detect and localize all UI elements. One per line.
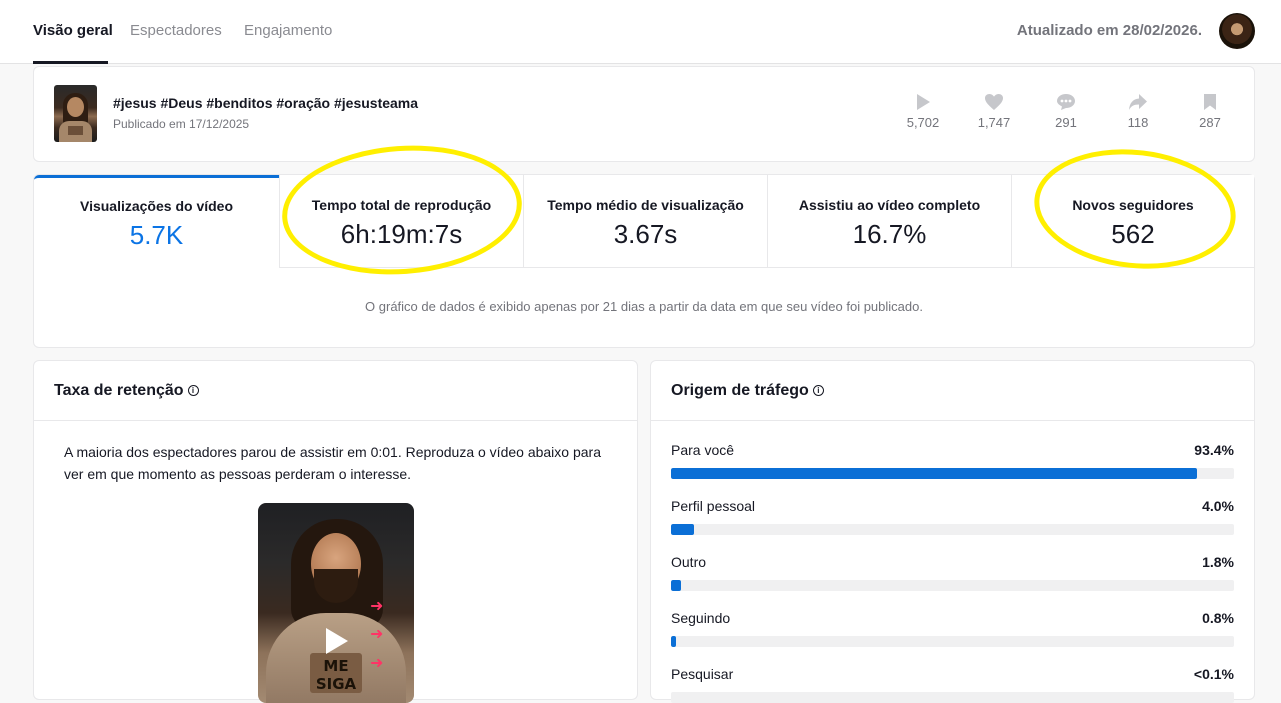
traffic-source-value: 1.8%	[1202, 554, 1234, 570]
metric-value: 6h:19m:7s	[340, 219, 463, 249]
traffic-bar-fill	[671, 468, 1197, 479]
top-bar: Visão geral Espectadores Engajamento Atu…	[0, 0, 1281, 64]
metric-watched-full-video[interactable]: Assistiu ao vídeo completo 16.7%	[767, 175, 1011, 268]
traffic-source-label: Perfil pessoal	[671, 498, 756, 514]
avatar[interactable]	[1219, 13, 1255, 49]
traffic-title: Origem de tráfego	[671, 382, 809, 399]
shares-stat: 118	[1108, 93, 1168, 130]
key-metrics-card: Visualizações do vídeo 5.7K Tempo total …	[33, 174, 1255, 348]
metric-label: Tempo total de reprodução	[311, 197, 492, 213]
traffic-bar-track	[671, 524, 1234, 535]
metric-value: 562	[1111, 219, 1155, 249]
traffic-source-panel: Origem de tráfego i Para você 93.4% Perfil …	[650, 360, 1255, 703]
tab-viewers[interactable]: Espectadores	[130, 22, 222, 39]
metric-value: 16.7%	[852, 219, 927, 249]
traffic-source-label: Outro	[671, 554, 707, 570]
likes-stat: 1,747	[964, 93, 1024, 130]
retention-header: Taxa de retenção i	[34, 361, 637, 421]
play-icon	[917, 94, 930, 110]
shares-count: 118	[1127, 115, 1149, 130]
views-count: 5,702	[906, 115, 940, 130]
active-tab-indicator	[33, 61, 108, 64]
retention-description: A maioria dos espectadores parou de assi…	[64, 444, 601, 482]
metric-label: Novos seguidores	[1072, 197, 1194, 213]
traffic-source-value: 93.4%	[1194, 442, 1234, 458]
metric-label: Tempo médio de visualização	[547, 197, 744, 213]
traffic-bar-track	[671, 580, 1234, 591]
metric-label: Visualizações do vídeo	[79, 198, 234, 214]
video-published-date: Publicado em 17/12/2025	[113, 117, 250, 131]
retention-panel: Taxa de retenção i A maioria dos espectad…	[33, 360, 638, 703]
data-range-note: O gráfico de dados é exibido apenas por …	[365, 299, 923, 314]
video-summary-card: #jesus #Deus #benditos #oração #jesustea…	[33, 66, 1255, 162]
traffic-source-label: Pesquisar	[671, 666, 734, 682]
info-icon[interactable]: i	[187, 385, 199, 396]
traffic-bar-track	[671, 468, 1234, 479]
play-icon[interactable]	[326, 628, 348, 654]
traffic-bar-fill	[671, 524, 694, 535]
comment-icon	[1057, 94, 1075, 110]
traffic-header: Origem de tráfego i	[651, 361, 1254, 421]
video-sign: ME SIGA	[310, 653, 362, 693]
traffic-title-wrap: Origem de tráfego i	[671, 382, 824, 400]
traffic-source-value: 4.0%	[1202, 498, 1234, 514]
arrow-icon: ➜	[370, 598, 384, 615]
traffic-bar-track	[671, 692, 1234, 703]
traffic-source-value: 0.8%	[1202, 610, 1234, 626]
metric-label: Assistiu ao vídeo completo	[798, 197, 981, 213]
tab-engagement[interactable]: Engajamento	[244, 22, 332, 39]
likes-count: 1,747	[977, 115, 1011, 130]
traffic-source-label: Para você	[671, 442, 735, 458]
video-title: #jesus #Deus #benditos #oração #jesustea…	[113, 95, 419, 111]
saves-count: 287	[1199, 115, 1221, 130]
metric-video-views[interactable]: Visualizações do vídeo 5.7K	[34, 175, 279, 268]
traffic-bar-track	[671, 636, 1234, 647]
retention-title: Taxa de retenção	[54, 382, 184, 399]
retention-video-player[interactable]: ME SIGA ➜ ➜ ➜	[258, 503, 414, 703]
updated-status: Atualizado em 28/02/2026.	[1016, 22, 1202, 39]
retention-title-wrap: Taxa de retenção i	[54, 382, 199, 400]
info-icon[interactable]: i	[812, 385, 824, 396]
traffic-source-value: <0.1%	[1193, 666, 1234, 682]
comments-stat: 291	[1036, 93, 1096, 130]
metric-value: 3.67s	[613, 219, 678, 249]
bookmark-icon	[1204, 94, 1216, 110]
video-thumbnail[interactable]	[54, 85, 97, 142]
views-stat: 5,702	[893, 93, 953, 130]
traffic-bar-fill	[671, 636, 676, 647]
arrow-icon: ➜	[370, 655, 384, 672]
metric-new-followers[interactable]: Novos seguidores 562	[1011, 175, 1254, 268]
traffic-source-label: Seguindo	[671, 610, 731, 626]
saves-stat: 287	[1180, 93, 1240, 130]
tab-overview[interactable]: Visão geral	[33, 22, 113, 39]
comments-count: 291	[1055, 115, 1077, 130]
metric-total-play-time[interactable]: Tempo total de reprodução 6h:19m:7s	[279, 175, 523, 268]
metric-average-watch-time[interactable]: Tempo médio de visualização 3.67s	[523, 175, 767, 268]
traffic-bar-fill	[671, 580, 682, 591]
heart-icon	[985, 94, 1003, 110]
share-icon	[1129, 94, 1147, 110]
arrow-icon: ➜	[370, 626, 384, 643]
metric-value: 5.7K	[129, 220, 184, 250]
